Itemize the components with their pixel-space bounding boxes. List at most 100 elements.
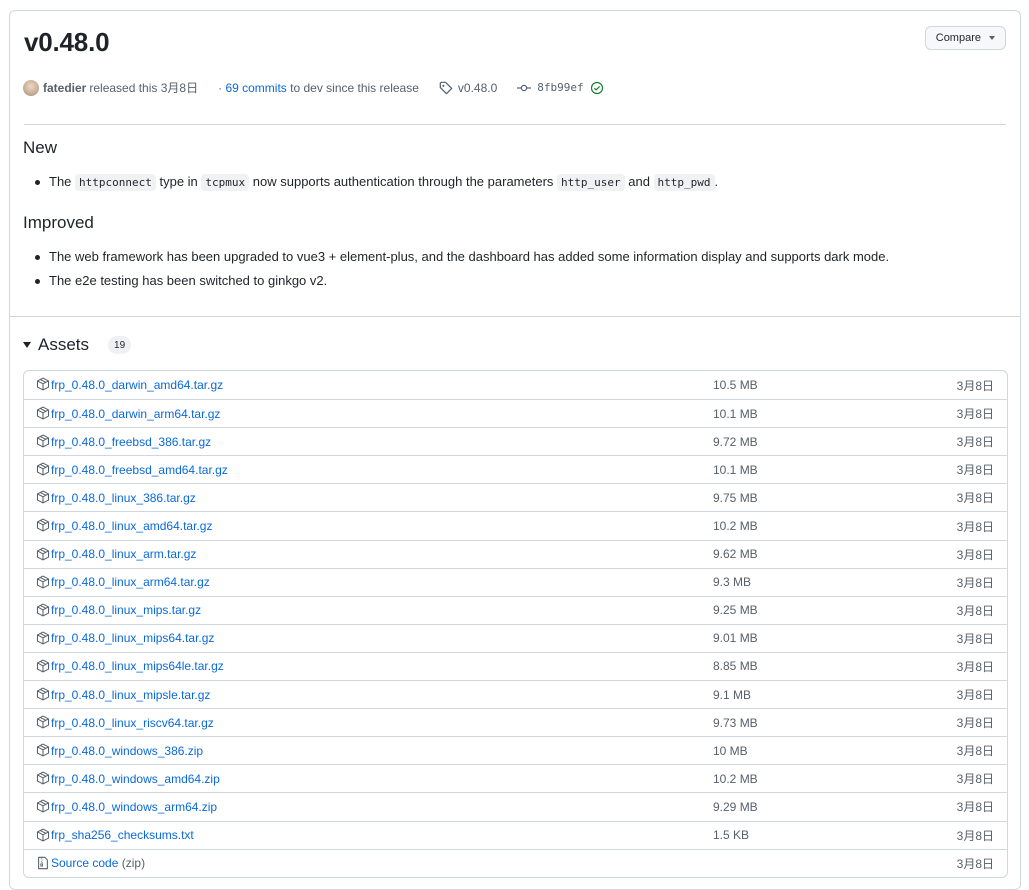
asset-download-link[interactable]: frp_0.48.0_linux_mips.tar.gz (51, 603, 201, 617)
asset-date: 3月8日 (956, 378, 994, 393)
commit-icon (517, 84, 532, 91)
asset-download-link[interactable]: frp_0.48.0_windows_arm64.zip (51, 800, 217, 814)
asset-download-link[interactable]: frp_0.48.0_linux_mipsle.tar.gz (51, 688, 210, 702)
asset-date: 3月8日 (956, 519, 994, 534)
commits-info: · 69 commits to dev since this release (218, 81, 419, 95)
package-icon (36, 631, 50, 645)
code-http-pwd: http_pwd (653, 174, 715, 191)
asset-download-link[interactable]: frp_0.48.0_darwin_arm64.tar.gz (51, 407, 220, 421)
asset-size: 9.62 MB (713, 547, 758, 562)
asset-date: 3月8日 (956, 856, 994, 871)
assets-title: Assets (38, 335, 90, 354)
asset-row: frp_0.48.0_darwin_arm64.tar.gz 10.1 MB 3月8… (24, 399, 1007, 427)
asset-size: 9.25 MB (713, 603, 758, 618)
source-code-link[interactable]: Source code (zip) (51, 856, 145, 870)
asset-row: frp_0.48.0_linux_mips64.tar.gz 9.01 MB 3月8… (24, 623, 1007, 652)
compare-button-label: Compare (935, 32, 981, 44)
asset-download-link[interactable]: frp_sha256_checksums.txt (51, 828, 194, 842)
package-icon (36, 406, 50, 420)
assets-divider (10, 316, 1020, 317)
asset-download-link[interactable]: frp_0.48.0_linux_riscv64.tar.gz (51, 716, 214, 730)
release-title: v0.48.0 (24, 27, 110, 57)
asset-row: frp_0.48.0_linux_mipsle.tar.gz 9.1 MB 3月8日 (24, 680, 1007, 708)
asset-row: frp_sha256_checksums.txt 1.5 KB 3月8日 (24, 820, 1007, 849)
assets-list: frp_0.48.0_darwin_amd64.tar.gz 10.5 MB 3月8… (23, 370, 1008, 878)
tag-label: v0.48.0 (457, 80, 498, 95)
asset-row: frp_0.48.0_freebsd_386.tar.gz 9.72 MB 3月8日 (24, 427, 1007, 455)
package-icon (36, 434, 50, 448)
commit-sha: 8fb99ef (537, 81, 584, 94)
asset-date: 3月8日 (956, 772, 994, 787)
assets-count-badge: 19 (108, 336, 132, 354)
author-link[interactable]: fatedier (43, 81, 86, 95)
asset-row: frp_0.48.0_freebsd_amd64.tar.gz 10.1 MB 3月… (24, 455, 1007, 483)
compare-button[interactable]: Compare (924, 26, 1006, 50)
asset-date: 3月8日 (956, 800, 994, 815)
commits-link[interactable]: 69 commits (225, 81, 286, 95)
asset-size: 10 MB (713, 743, 748, 758)
asset-size: 10.1 MB (713, 406, 758, 421)
asset-size: 1.5 KB (713, 828, 750, 843)
asset-download-link[interactable]: frp_0.48.0_windows_386.zip (51, 744, 203, 758)
package-icon (36, 743, 50, 757)
package-icon (36, 377, 50, 391)
text: The (49, 174, 76, 189)
commit-link[interactable]: 8fb99ef (517, 81, 603, 95)
file-zip-icon (36, 856, 50, 870)
improved-list-item: The web framework has been upgraded to v… (23, 245, 889, 269)
asset-size: 9.75 MB (713, 490, 758, 505)
improved-list: The web framework has been upgraded to v… (23, 245, 889, 293)
asset-size: 8.85 MB (713, 659, 758, 674)
asset-row: frp_0.48.0_windows_386.zip 10 MB 3月8日 (24, 736, 1007, 764)
asset-download-link[interactable]: frp_0.48.0_windows_amd64.zip (51, 772, 220, 786)
asset-size: 10.5 MB (713, 378, 758, 393)
verified-check-icon (590, 81, 603, 94)
asset-download-link[interactable]: frp_0.48.0_linux_amd64.tar.gz (51, 519, 212, 533)
assets-toggle[interactable]: Assets 19 (23, 335, 132, 355)
package-icon (36, 603, 50, 617)
asset-row: frp_0.48.0_linux_riscv64.tar.gz 9.73 MB 3月… (24, 708, 1007, 736)
asset-row: frp_0.48.0_windows_amd64.zip 10.2 MB 3月8日 (24, 764, 1007, 792)
asset-size: 9.1 MB (713, 687, 752, 702)
improved-heading: Improved (23, 213, 94, 232)
asset-download-link[interactable]: frp_0.48.0_linux_mips64le.tar.gz (51, 659, 224, 673)
asset-download-link[interactable]: frp_0.48.0_linux_386.tar.gz (51, 491, 196, 505)
asset-date: 3月8日 (956, 435, 994, 450)
source-code-label: Source code (51, 856, 119, 871)
new-list: The httpconnect type in tcpmux now suppo… (23, 170, 718, 194)
asset-date: 3月8日 (956, 603, 994, 618)
asset-download-link[interactable]: frp_0.48.0_linux_arm.tar.gz (51, 547, 196, 561)
asset-row: frp_0.48.0_windows_arm64.zip 9.29 MB 3月8日 (24, 792, 1007, 820)
tag-link[interactable]: v0.48.0 (439, 81, 497, 95)
release-meta: fatedier released this 3月8日 · 69 commits… (23, 79, 604, 96)
asset-download-link[interactable]: frp_0.48.0_linux_arm64.tar.gz (51, 575, 210, 589)
tag-icon (439, 81, 453, 94)
asset-download-link[interactable]: frp_0.48.0_darwin_amd64.tar.gz (51, 378, 223, 392)
text: now supports authentication through the … (249, 174, 558, 189)
package-icon (36, 771, 50, 785)
asset-row: frp_0.48.0_linux_386.tar.gz 9.75 MB 3月8日 (24, 483, 1007, 511)
asset-date: 3月8日 (956, 407, 994, 422)
text: type in (155, 174, 202, 189)
asset-date: 3月8日 (956, 463, 994, 478)
asset-date: 3月8日 (956, 547, 994, 562)
package-icon (36, 490, 50, 504)
header-divider (24, 124, 1006, 125)
code-tcpmux: tcpmux (201, 174, 250, 191)
commits-suffix: to dev since this release (290, 80, 419, 95)
asset-download-link[interactable]: frp_0.48.0_freebsd_386.tar.gz (51, 435, 211, 449)
text: and (624, 174, 654, 189)
asset-download-link[interactable]: frp_0.48.0_linux_mips64.tar.gz (51, 631, 214, 645)
text: . (714, 174, 719, 189)
asset-row: frp_0.48.0_linux_mips.tar.gz 9.25 MB 3月8日 (24, 595, 1007, 624)
asset-size: 10.2 MB (713, 771, 758, 786)
asset-row: frp_0.48.0_linux_amd64.tar.gz 10.2 MB 3月8日 (24, 511, 1007, 539)
chevron-down-icon (989, 36, 995, 40)
asset-date: 3月8日 (956, 744, 994, 759)
package-icon (36, 799, 50, 813)
asset-date: 3月8日 (956, 491, 994, 506)
asset-date: 3月8日 (956, 716, 994, 731)
avatar[interactable] (23, 79, 39, 96)
asset-row: frp_0.48.0_linux_mips64le.tar.gz 8.85 MB 3… (24, 651, 1007, 680)
asset-download-link[interactable]: frp_0.48.0_freebsd_amd64.tar.gz (51, 463, 228, 477)
